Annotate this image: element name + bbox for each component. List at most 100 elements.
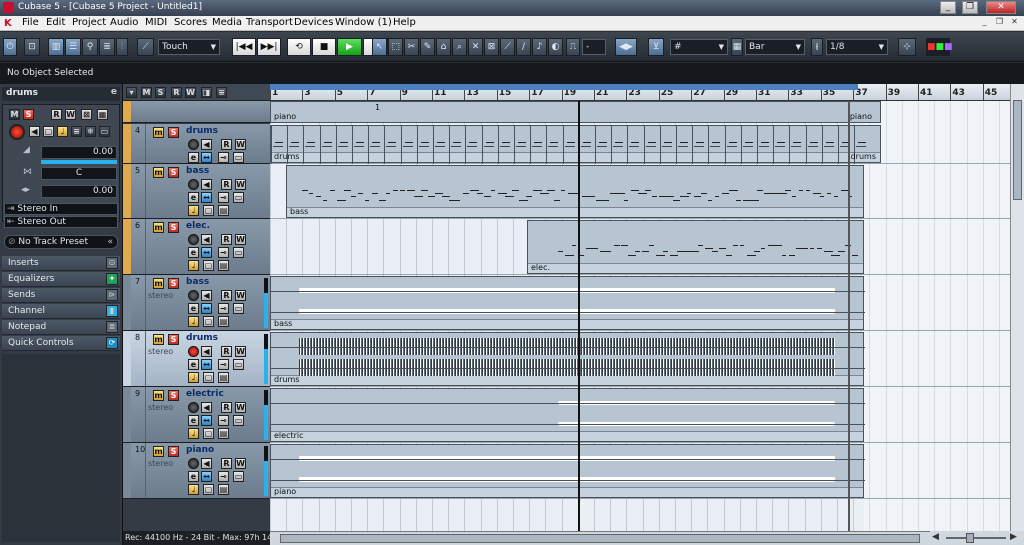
zoom-thumb[interactable] (966, 533, 974, 543)
eq-enabled-icon[interactable]: ✦ (106, 273, 118, 285)
inspector-solo-button[interactable]: S (23, 109, 34, 120)
overview-toggle-icon[interactable]: ⚲ (82, 38, 98, 56)
autoscroll-icon[interactable]: ⎍ (566, 38, 580, 56)
track-name[interactable]: bass (186, 277, 209, 287)
insert-bypass-icon[interactable]: ↔ (201, 247, 212, 258)
record-enable-icon[interactable] (188, 179, 199, 190)
add-track-icon[interactable]: ▾ (126, 87, 137, 98)
monitor-icon[interactable]: ◀ (201, 179, 212, 190)
info-line-toggle-icon[interactable]: ☰ (65, 38, 81, 56)
inspector-section-quick-controls[interactable]: Quick Controls ⟳ (2, 336, 120, 351)
track-name[interactable]: electric (186, 389, 224, 399)
edit-channel-icon[interactable]: e (188, 415, 199, 426)
automation-icon[interactable]: ⊸ (218, 247, 229, 258)
menu-midi[interactable]: MIDI (145, 17, 167, 28)
volume-field[interactable]: 0.00 (41, 146, 117, 159)
write-button[interactable]: W (235, 179, 246, 190)
record-enable-icon[interactable] (188, 139, 199, 150)
grid-type-dropdown[interactable]: # ▼ (670, 39, 728, 55)
maximize-button[interactable]: ❐ (962, 1, 978, 14)
automation-icon[interactable]: ⊸ (218, 303, 229, 314)
solo-button[interactable]: S (168, 167, 179, 178)
mute-tool-icon[interactable]: ⊠ (484, 38, 499, 56)
close-button[interactable]: ✕ (986, 1, 1016, 14)
inspector-read-button[interactable]: R (51, 109, 62, 120)
monitor-icon[interactable]: ◀ (201, 290, 212, 301)
automation-mode-icon[interactable]: ⟋ (137, 38, 154, 56)
lock-icon[interactable]: ▢ (203, 260, 214, 271)
color-tool-icon[interactable]: ◐ (548, 38, 563, 56)
volume-slider[interactable] (41, 160, 117, 164)
automation-icon[interactable]: ⊸ (218, 192, 229, 203)
monitor-icon[interactable]: ◀ (201, 234, 212, 245)
pan-field[interactable]: C (41, 167, 117, 180)
nudge-buttons-icon[interactable]: ◀▶ (615, 38, 637, 56)
monitor-icon[interactable]: ◀ (201, 458, 212, 469)
quantize-icon[interactable]: ⫲ (811, 38, 823, 56)
go-to-end-button[interactable]: ▶▶| (257, 38, 281, 56)
read-button[interactable]: R (221, 139, 232, 150)
inspector-mute-button[interactable]: M (9, 109, 20, 120)
vertical-scrollbar[interactable] (1010, 84, 1024, 531)
edit-channel-icon[interactable]: e (188, 303, 199, 314)
insert-bypass-icon[interactable]: ↔ (201, 152, 212, 163)
split-tool-icon[interactable]: ✂ (404, 38, 419, 56)
lock-icon[interactable]: ▢ (203, 205, 214, 216)
track-name[interactable]: drums (186, 126, 218, 136)
insert-bypass-icon[interactable]: ↔ (201, 359, 212, 370)
pool-toggle-icon[interactable]: ≣ (99, 38, 115, 56)
automation-icon[interactable]: ⊸ (218, 415, 229, 426)
edit-channel-icon[interactable]: e (111, 87, 117, 97)
lanes-icon[interactable]: ▭ (233, 303, 244, 314)
draw-tool-icon[interactable]: ✎ (420, 38, 435, 56)
object-selection-tool-icon[interactable]: ↖ (372, 38, 387, 56)
audio-event-electric[interactable]: electric (270, 388, 865, 442)
constrain-delay-icon[interactable]: ⊡ (24, 38, 40, 56)
minimize-button[interactable]: _ (940, 1, 956, 14)
erase-tool-icon[interactable]: ✕ (468, 38, 483, 56)
line-tool-icon[interactable]: ∕ (516, 38, 531, 56)
midi-part-piano[interactable]: piano piano 1 (270, 101, 881, 123)
play-button[interactable]: ▶ (337, 38, 362, 56)
record-enable-icon[interactable] (188, 290, 199, 301)
monitor-icon[interactable]: ◀ (201, 402, 212, 413)
time-base-icon[interactable]: ♩ (57, 126, 68, 137)
track-preset-field[interactable]: ⊘ No Track Preset « (4, 235, 118, 249)
lanes-icon[interactable]: ▭ (233, 359, 244, 370)
cycle-button[interactable]: ⟲ (287, 38, 311, 56)
lanes-icon[interactable]: ▭ (233, 152, 244, 163)
inspector-section-sends[interactable]: Sends ⊳ (2, 288, 120, 303)
write-button[interactable]: W (235, 290, 246, 301)
track-name[interactable]: bass (186, 166, 209, 176)
inspector-toggle-icon[interactable]: ▥ (48, 38, 64, 56)
glue-tool-icon[interactable]: ⌂ (436, 38, 451, 56)
color-palette-icon[interactable]: ■■■ (926, 38, 953, 56)
write-button[interactable]: W (235, 346, 246, 357)
record-enable-icon[interactable] (9, 124, 25, 140)
lane-display-icon[interactable]: ▤ (218, 205, 229, 216)
solo-button[interactable]: S (168, 127, 179, 138)
edit-channel-icon[interactable]: e (188, 247, 199, 258)
menu-edit[interactable]: Edit (46, 17, 65, 28)
time-base-icon[interactable]: ♩ (188, 372, 199, 383)
sends-icon[interactable]: ⊳ (106, 289, 118, 301)
lock-icon[interactable]: ▢ (203, 428, 214, 439)
midi-part-bass[interactable]: bass (286, 165, 864, 218)
presets-icon[interactable]: ▭ (99, 126, 110, 137)
menu-project[interactable]: Project (72, 17, 106, 28)
automation-icon[interactable]: ⊸ (218, 359, 229, 370)
write-button[interactable]: W (235, 402, 246, 413)
snap-type-dropdown[interactable]: Bar ▼ (745, 39, 805, 55)
read-all-icon[interactable]: R (171, 87, 182, 98)
go-to-start-button[interactable]: |◀◀ (232, 38, 256, 56)
lane-display-icon[interactable]: ▤ (218, 484, 229, 495)
midi-part-drums[interactable]: drumsdrums (270, 125, 881, 164)
mdi-restore-icon[interactable]: ❐ (993, 17, 1006, 29)
menu-audio[interactable]: Audio (110, 17, 138, 28)
lock-icon[interactable]: ▢ (43, 126, 54, 137)
edit-channel-icon[interactable]: e (188, 359, 199, 370)
input-routing-field[interactable]: ⇥ Stereo In (4, 203, 118, 215)
time-base-icon[interactable]: ♩ (188, 316, 199, 327)
read-button[interactable]: R (221, 179, 232, 190)
read-button[interactable]: R (221, 346, 232, 357)
